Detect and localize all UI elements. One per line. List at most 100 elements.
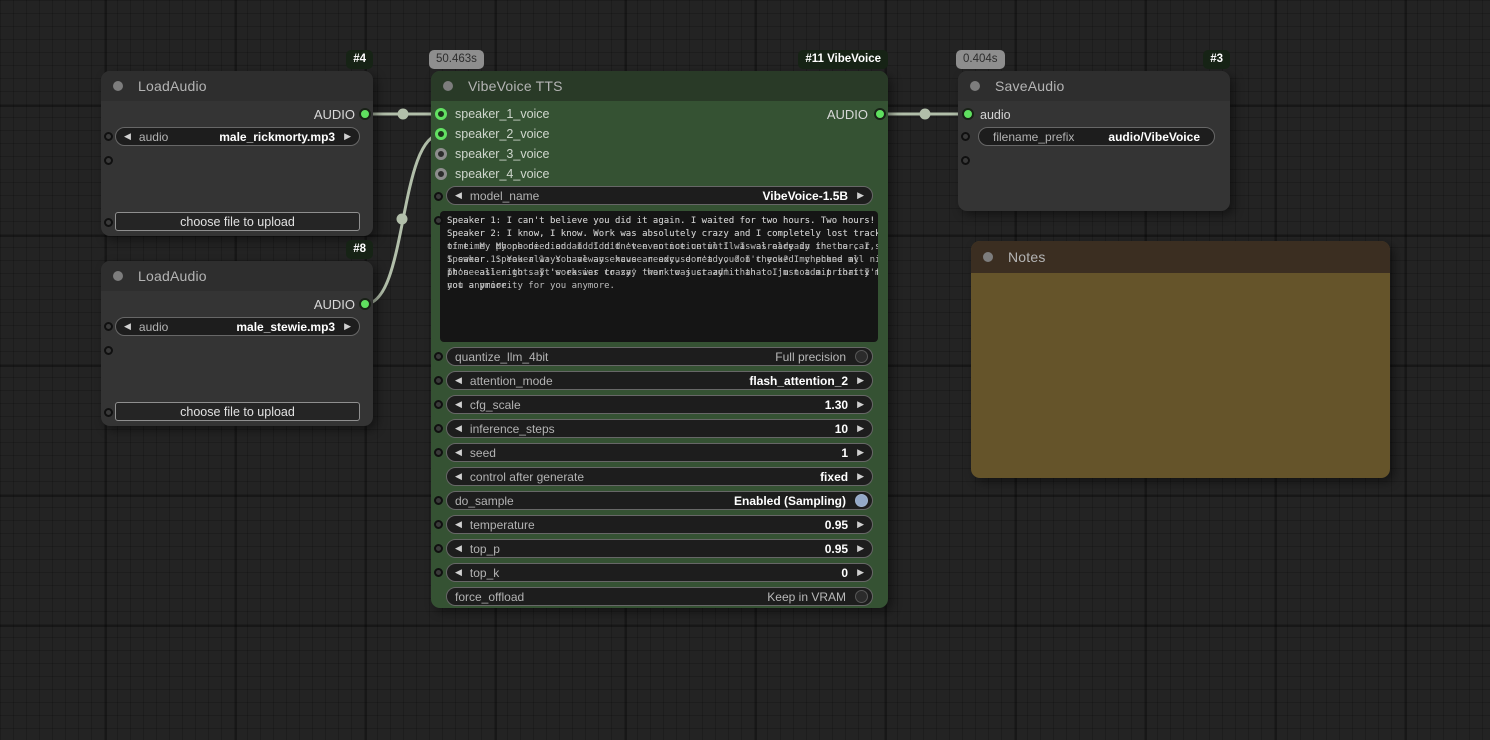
combo-widget-top_k[interactable]: ◀ top_k 0 ▶ <box>446 563 873 582</box>
combo-left-arrow-icon[interactable]: ◀ <box>455 447 462 458</box>
combo-right-arrow-icon[interactable]: ▶ <box>857 375 864 386</box>
input-port-widget[interactable] <box>434 568 443 577</box>
widget-name: temperature <box>469 517 535 532</box>
input-port-widget[interactable] <box>104 156 113 165</box>
input-port-widget[interactable] <box>434 496 443 505</box>
combo-widget-audio[interactable]: ◀ audio male_stewie.mp3 ▶ <box>115 317 360 336</box>
input-port-widget[interactable] <box>434 216 443 225</box>
combo-left-arrow-icon[interactable]: ◀ <box>124 321 131 332</box>
output-port-audio[interactable] <box>874 108 886 120</box>
input-port-widget[interactable] <box>104 132 113 141</box>
collapse-dot-icon[interactable] <box>113 81 123 91</box>
input-port-widget[interactable] <box>434 400 443 409</box>
combo-right-arrow-icon[interactable]: ▶ <box>857 471 864 482</box>
input-port-widget[interactable] <box>104 408 113 417</box>
input-port-widget[interactable] <box>434 520 443 529</box>
widget-name: attention_mode <box>469 373 553 388</box>
combo-left-arrow-icon[interactable]: ◀ <box>455 399 462 410</box>
input-port-widget[interactable] <box>434 424 443 433</box>
widget-value: 0 <box>841 565 849 580</box>
node-notes[interactable]: Notes <box>971 241 1390 478</box>
node-load-audio-2[interactable]: #8 LoadAudio AUDIO ◀ audio male_stewie.m… <box>101 240 373 426</box>
combo-left-arrow-icon[interactable]: ◀ <box>455 423 462 434</box>
combo-left-arrow-icon[interactable]: ◀ <box>455 543 462 554</box>
node-titlebar[interactable]: VibeVoice TTS <box>431 71 888 101</box>
combo-right-arrow-icon[interactable]: ▶ <box>857 519 864 530</box>
input-port-widget[interactable] <box>961 132 970 141</box>
combo-right-arrow-icon[interactable]: ▶ <box>857 190 864 201</box>
toggle-knob-icon[interactable] <box>855 590 868 603</box>
combo-widget-seed[interactable]: ◀ seed 1 ▶ <box>446 443 873 462</box>
input-port-widget[interactable] <box>104 346 113 355</box>
input-port-speaker_3_voice[interactable] <box>435 148 447 160</box>
combo-right-arrow-icon[interactable]: ▶ <box>857 543 864 554</box>
toggle-knob-icon[interactable] <box>855 494 868 507</box>
toggle-widget-quantize_llm_4bit[interactable]: quantize_llm_4bit Full precision <box>446 347 873 366</box>
upload-button[interactable]: choose file to upload <box>115 212 360 231</box>
combo-widget-audio[interactable]: ◀ audio male_rickmorty.mp3 ▶ <box>115 127 360 146</box>
combo-widget-model-name[interactable]: ◀ model_name VibeVoice-1.5B ▶ <box>446 186 873 205</box>
wire-midpoint-dot[interactable] <box>397 108 409 120</box>
input-port-speaker_4_voice[interactable] <box>435 168 447 180</box>
input-port-speaker_1_voice[interactable] <box>435 108 447 120</box>
combo-left-arrow-icon[interactable]: ◀ <box>455 190 462 201</box>
input-port-widget[interactable] <box>961 156 970 165</box>
combo-left-arrow-icon[interactable]: ◀ <box>455 375 462 386</box>
combo-widget-cfg_scale[interactable]: ◀ cfg_scale 1.30 ▶ <box>446 395 873 414</box>
toggle-knob-icon[interactable] <box>855 350 868 363</box>
input-port-widget[interactable] <box>434 352 443 361</box>
timing-badge: 50.463s <box>429 50 484 69</box>
combo-widget-control-after-generate[interactable]: ◀ control after generate fixed ▶ <box>446 467 873 486</box>
input-port-widget[interactable] <box>434 544 443 553</box>
combo-widget-inference_steps[interactable]: ◀ inference_steps 10 ▶ <box>446 419 873 438</box>
input-port-widget[interactable] <box>434 192 443 201</box>
input-port-audio[interactable] <box>962 108 974 120</box>
node-titlebar[interactable]: LoadAudio <box>101 261 373 291</box>
combo-right-arrow-icon[interactable]: ▶ <box>344 321 351 332</box>
comfyui-node-canvas[interactable]: { "accent_colors": { "connected_port": "… <box>0 0 1490 740</box>
combo-left-arrow-icon[interactable]: ◀ <box>455 567 462 578</box>
node-vibevoice-tts[interactable]: 50.463s #11 VibeVoice VibeVoice TTS spea… <box>429 50 888 608</box>
combo-right-arrow-icon[interactable]: ▶ <box>857 423 864 434</box>
combo-right-arrow-icon[interactable]: ▶ <box>344 131 351 142</box>
collapse-dot-icon[interactable] <box>970 81 980 91</box>
combo-left-arrow-icon[interactable]: ◀ <box>124 131 131 142</box>
notes-body[interactable] <box>971 273 1390 478</box>
collapse-dot-icon[interactable] <box>443 81 453 91</box>
widget-row-seed: ◀ seed 1 ▶ <box>434 443 873 462</box>
node-save-audio[interactable]: 0.404s #3 SaveAudio audio filename_prefi… <box>956 50 1230 211</box>
wire-midpoint-dot[interactable] <box>919 108 931 120</box>
combo-right-arrow-icon[interactable]: ▶ <box>857 447 864 458</box>
node-titlebar[interactable]: SaveAudio <box>958 71 1230 101</box>
widget-value: male_rickmorty.mp3 <box>219 129 336 144</box>
combo-right-arrow-icon[interactable]: ▶ <box>857 399 864 410</box>
widget-value: male_stewie.mp3 <box>236 319 336 334</box>
text-widget-transcript[interactable]: Speaker 1: I can't believe you did it ag… <box>440 211 878 342</box>
widget-value: 10 <box>834 421 849 436</box>
output-port-audio[interactable] <box>359 108 371 120</box>
combo-widget-attention_mode[interactable]: ◀ attention_mode flash_attention_2 ▶ <box>446 371 873 390</box>
node-titlebar[interactable]: LoadAudio <box>101 71 373 101</box>
output-port-audio[interactable] <box>359 298 371 310</box>
upload-button[interactable]: choose file to upload <box>115 402 360 421</box>
input-port-widget[interactable] <box>434 448 443 457</box>
combo-left-arrow-icon[interactable]: ◀ <box>455 471 462 482</box>
input-port-widget[interactable] <box>104 218 113 227</box>
input-port-widget[interactable] <box>104 322 113 331</box>
collapse-dot-icon[interactable] <box>113 271 123 281</box>
combo-right-arrow-icon[interactable]: ▶ <box>857 567 864 578</box>
node-titlebar[interactable]: Notes <box>971 241 1390 273</box>
node-title: SaveAudio <box>995 78 1065 94</box>
combo-left-arrow-icon[interactable]: ◀ <box>455 519 462 530</box>
collapse-dot-icon[interactable] <box>983 252 993 262</box>
combo-widget-temperature[interactable]: ◀ temperature 0.95 ▶ <box>446 515 873 534</box>
node-load-audio-1[interactable]: #4 LoadAudio AUDIO ◀ audio male_rickmort… <box>101 50 373 236</box>
input-port-widget[interactable] <box>434 376 443 385</box>
input-port-speaker_2_voice[interactable] <box>435 128 447 140</box>
toggle-widget-force_offload[interactable]: force_offload Keep in VRAM <box>446 587 873 606</box>
output-label-audio: AUDIO <box>313 107 355 122</box>
toggle-widget-do_sample[interactable]: do_sample Enabled (Sampling) <box>446 491 873 510</box>
text-widget-filename-prefix[interactable]: filename_prefix audio/VibeVoice <box>978 127 1215 146</box>
combo-widget-top_p[interactable]: ◀ top_p 0.95 ▶ <box>446 539 873 558</box>
wire-midpoint-dot[interactable] <box>396 213 408 225</box>
